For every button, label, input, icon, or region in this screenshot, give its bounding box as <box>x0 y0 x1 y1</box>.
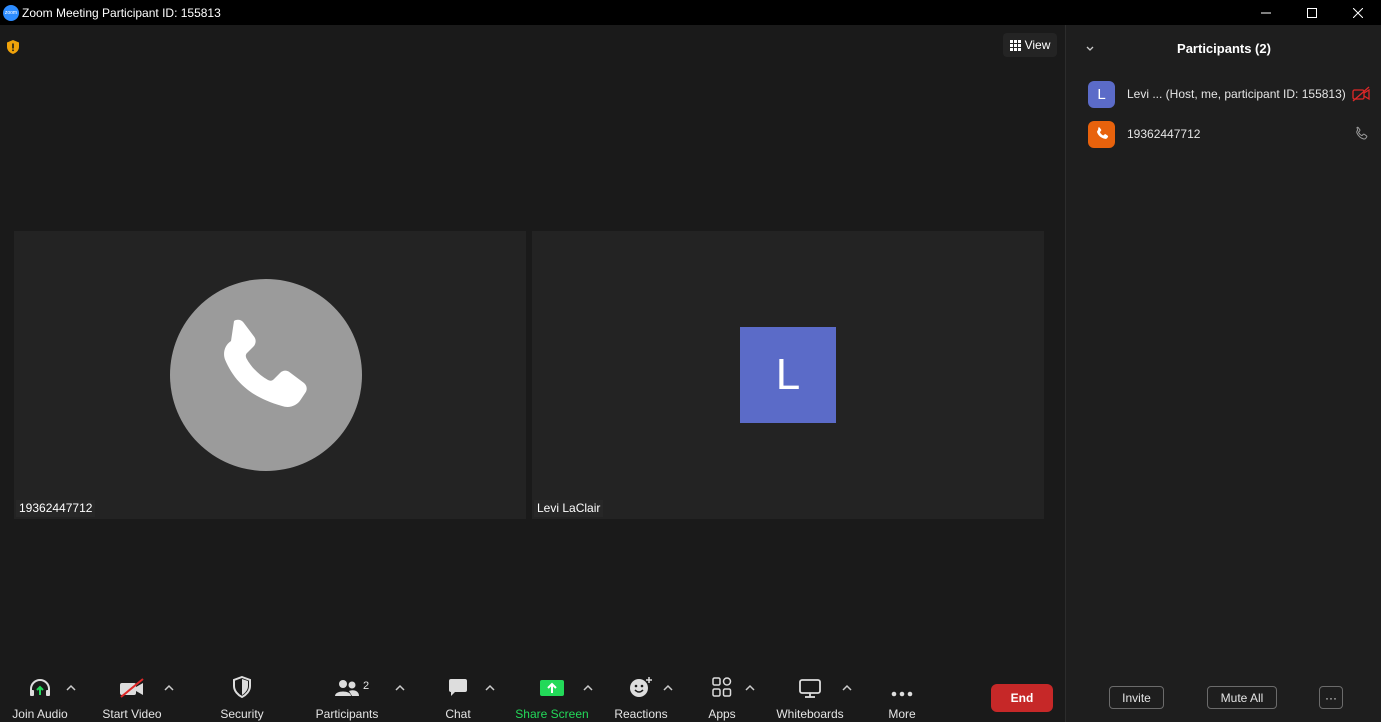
avatar: L <box>1088 80 1115 108</box>
avatar-initial: L <box>775 350 801 399</box>
video-off-icon <box>120 678 144 698</box>
chevron-up-icon[interactable] <box>163 682 175 694</box>
participant-row[interactable]: L Levi ... (Host, me, participant ID: 15… <box>1066 74 1381 114</box>
chevron-up-icon[interactable] <box>582 682 594 694</box>
minimize-icon <box>1261 12 1271 13</box>
more-button[interactable]: More <box>880 672 924 722</box>
whiteboard-icon <box>799 679 821 698</box>
phone-icon <box>1096 127 1108 139</box>
chevron-up-icon[interactable] <box>65 682 77 694</box>
participants-panel: Participants (2) L Levi ... (Host, me, p… <box>1065 25 1381 722</box>
more-options-button[interactable]: ··· <box>1319 686 1343 709</box>
invite-label: Invite <box>1122 690 1151 705</box>
mute-all-button[interactable]: Mute All <box>1207 686 1277 709</box>
apps-button[interactable]: Apps <box>700 672 744 722</box>
participant-row[interactable]: 19362447712 <box>1066 114 1381 154</box>
share-screen-button[interactable]: Share Screen <box>512 672 592 722</box>
maximize-icon <box>1307 7 1317 18</box>
chat-button[interactable]: Chat <box>432 672 484 722</box>
grid-icon <box>1009 39 1021 51</box>
phone-avatar <box>170 279 362 471</box>
video-tile-levi[interactable]: L Levi LaClair <box>532 231 1044 519</box>
smiley-icon <box>630 677 652 697</box>
avatar: L <box>740 327 836 423</box>
maximize-button[interactable] <box>1289 0 1335 25</box>
meeting-area: View 19362447712 L Levi LaClair Join Aud… <box>0 25 1065 722</box>
tile-name-label: Levi LaClair <box>534 500 604 517</box>
encryption-shield-icon[interactable] <box>5 39 21 55</box>
phone-icon <box>224 319 307 407</box>
whiteboards-label: Whiteboards <box>776 707 844 721</box>
whiteboards-button[interactable]: Whiteboards <box>770 672 850 722</box>
participant-name: Levi ... (Host, me, participant ID: 1558… <box>1127 87 1346 101</box>
invite-button[interactable]: Invite <box>1109 686 1164 709</box>
more-dots-icon <box>891 691 913 697</box>
share-screen-icon <box>540 680 564 696</box>
phone-avatar <box>1088 120 1115 148</box>
chevron-up-icon[interactable] <box>662 682 674 694</box>
window-title: Zoom Meeting Participant ID: 155813 <box>22 5 221 20</box>
title-bar: zoom Zoom Meeting Participant ID: 155813 <box>0 0 1381 25</box>
minimize-button[interactable] <box>1243 0 1289 25</box>
reactions-button[interactable]: Reactions <box>608 672 674 722</box>
more-options-label: ··· <box>1325 690 1337 705</box>
meeting-toolbar: Join Audio Start Video Security Particip… <box>0 672 1065 722</box>
join-audio-label: Join Audio <box>12 707 68 721</box>
view-label: View <box>1024 38 1051 52</box>
tile-name-label: 19362447712 <box>16 500 96 517</box>
participants-button[interactable]: Participants <box>310 672 384 722</box>
zoom-logo-icon: zoom <box>3 4 19 21</box>
join-audio-button[interactable]: Join Audio <box>8 672 72 722</box>
participant-name: 19362447712 <box>1127 127 1201 141</box>
more-label: More <box>888 707 916 721</box>
zoom-logo-text: zoom <box>4 9 18 16</box>
close-icon <box>1353 7 1363 18</box>
video-tile-phone[interactable]: 19362447712 <box>14 231 526 519</box>
chat-label: Chat <box>445 707 471 721</box>
end-meeting-button[interactable]: End <box>991 684 1053 712</box>
security-button[interactable]: Security <box>212 672 272 722</box>
chat-icon <box>449 679 467 696</box>
chevron-up-icon[interactable] <box>484 682 496 694</box>
apps-icon <box>712 677 732 697</box>
participants-count: 2 <box>363 680 370 692</box>
view-button[interactable]: View <box>1003 33 1057 57</box>
share-screen-label: Share Screen <box>515 707 589 721</box>
start-video-button[interactable]: Start Video <box>96 672 168 722</box>
shield-icon <box>233 676 251 698</box>
start-video-label: Start Video <box>102 707 162 721</box>
chevron-up-icon[interactable] <box>394 682 406 694</box>
window-controls <box>1243 0 1381 25</box>
avatar-initial: L <box>1097 85 1106 103</box>
participants-label: Participants <box>315 707 379 721</box>
close-window-button[interactable] <box>1335 0 1381 25</box>
video-off-icon <box>1352 86 1370 102</box>
chevron-up-icon[interactable] <box>744 682 756 694</box>
headphones-icon <box>30 679 50 696</box>
participants-icon <box>335 680 359 696</box>
end-label: End <box>1010 691 1034 705</box>
panel-title: Participants (2) <box>1177 41 1271 56</box>
chevron-up-icon[interactable] <box>841 682 853 694</box>
phone-status-icon <box>1356 126 1368 140</box>
reactions-label: Reactions <box>614 707 668 721</box>
apps-label: Apps <box>708 707 736 721</box>
mute-all-label: Mute All <box>1220 690 1264 705</box>
security-label: Security <box>220 707 264 721</box>
